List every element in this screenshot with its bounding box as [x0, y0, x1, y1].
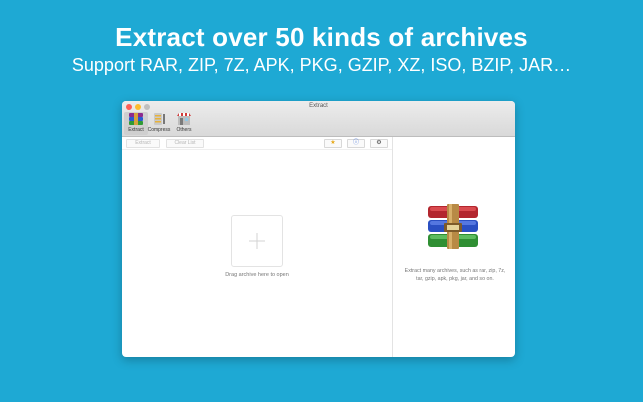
toolbar-others-tab[interactable]: Others: [172, 112, 196, 133]
toolbar-extract-label: Extract: [128, 127, 144, 133]
drop-zone[interactable]: [231, 215, 283, 267]
info-icon[interactable]: ⓘ: [347, 139, 365, 148]
compress-clamp-icon: [151, 112, 167, 126]
extract-button[interactable]: Extract: [126, 139, 160, 148]
archive-books-icon: [128, 112, 144, 126]
action-bar-divider: [122, 149, 392, 150]
promo-headline: Extract over 50 kinds of archives: [115, 22, 528, 52]
gear-icon[interactable]: ⚙: [370, 139, 388, 148]
toolbar-extract-tab[interactable]: Extract: [124, 112, 148, 135]
plus-icon: [249, 233, 265, 249]
panel-divider: [392, 137, 393, 357]
side-panel-description: Extract many archives, such as rar, zip,…: [404, 268, 506, 282]
window-title: Extract: [309, 103, 328, 109]
title-bar: Extract Extract Compress Others: [122, 101, 515, 137]
archive-books-icon: [427, 204, 479, 250]
toolbar-others-label: Others: [176, 127, 192, 133]
toolbar-compress-label: Compress: [147, 127, 171, 133]
clear-list-button[interactable]: Clear List: [166, 139, 204, 148]
action-bar: Extract Clear List ★ ⓘ ⚙: [122, 137, 392, 149]
drop-hint: Drag archive here to open: [225, 272, 289, 278]
star-icon[interactable]: ★: [324, 139, 342, 148]
toolbar-compress-tab[interactable]: Compress: [147, 112, 171, 133]
app-window: Extract Extract Compress Others Extract …: [122, 101, 515, 357]
store-awning-icon: [176, 112, 192, 126]
promo-subline: Support RAR, ZIP, 7Z, APK, PKG, GZIP, XZ…: [71, 55, 572, 75]
